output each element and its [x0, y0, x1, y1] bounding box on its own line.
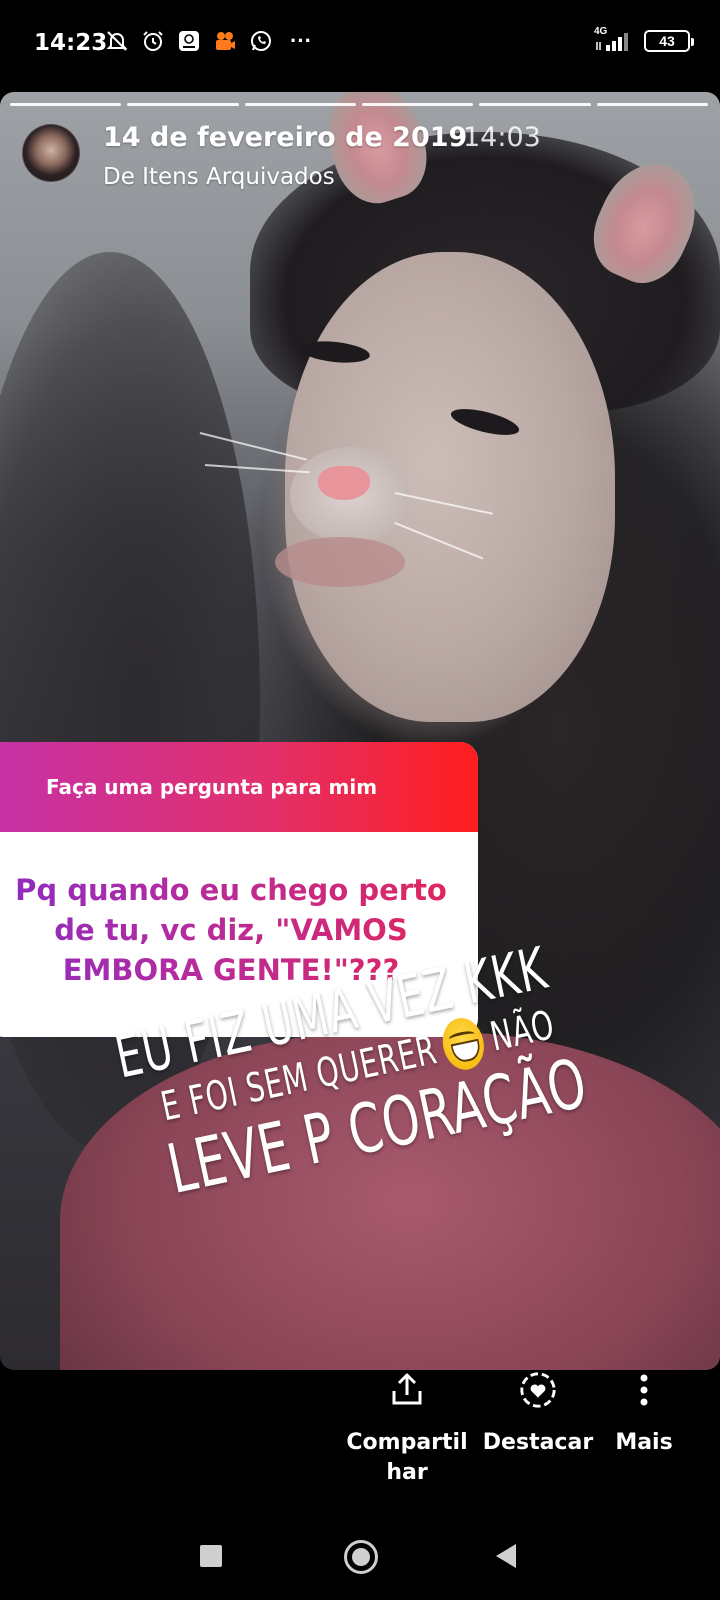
recent-apps-button[interactable]	[200, 1545, 222, 1567]
highlight-label: Destacar	[482, 1430, 594, 1455]
news-app-icon	[176, 28, 202, 54]
progress-segment	[10, 103, 122, 106]
share-button[interactable]: Compartil har	[346, 1370, 468, 1488]
share-label-line-1: Compartil	[346, 1430, 468, 1455]
story-progress	[10, 103, 708, 106]
progress-segment	[479, 103, 591, 106]
status-time: 14:23	[34, 30, 108, 56]
more-label: Mais	[615, 1430, 673, 1455]
do-not-disturb-bell-icon	[104, 28, 130, 54]
question-sticker-header: Faça uma pergunta para mim	[0, 742, 478, 832]
battery-icon: 43	[644, 30, 694, 52]
share-icon	[387, 1370, 427, 1410]
progress-segment	[127, 103, 239, 106]
share-label: Compartil har	[346, 1428, 467, 1488]
more-button[interactable]: Mais	[596, 1370, 692, 1458]
status-right: 4G 43	[594, 26, 694, 52]
notification-icons: ···	[104, 28, 318, 54]
highlight-button[interactable]: Destacar	[470, 1370, 606, 1458]
question-prompt: Faça uma pergunta para mim	[46, 775, 378, 799]
video-app-icon	[212, 28, 238, 54]
story-date: 14 de fevereiro de 2019	[103, 122, 468, 153]
more-vertical-icon	[624, 1370, 664, 1410]
status-bar: 14:23 ··· 4G 43	[0, 0, 720, 86]
network-type: 4G	[594, 26, 608, 37]
more-notifications-icon: ···	[290, 28, 312, 53]
avatar[interactable]	[22, 124, 80, 182]
share-label-line-2: har	[386, 1460, 428, 1485]
home-button[interactable]	[344, 1540, 378, 1574]
progress-segment	[596, 103, 708, 106]
progress-segment	[244, 103, 356, 106]
back-button[interactable]	[496, 1544, 516, 1568]
photo-lips	[275, 537, 405, 587]
story-actions: Compartil har Destacar Mais	[0, 1370, 720, 1500]
whatsapp-icon	[248, 28, 274, 54]
alarm-icon	[140, 28, 166, 54]
cat-nose	[318, 466, 370, 500]
signal-icon: 4G	[594, 26, 634, 52]
highlight-heart-icon	[518, 1370, 558, 1410]
story-source: De Itens Arquivados	[103, 164, 335, 190]
progress-segment	[361, 103, 474, 106]
story-viewer[interactable]: 14 de fevereiro de 2019 14:03 De Itens A…	[0, 92, 720, 1370]
story-time: 14:03	[463, 122, 541, 153]
